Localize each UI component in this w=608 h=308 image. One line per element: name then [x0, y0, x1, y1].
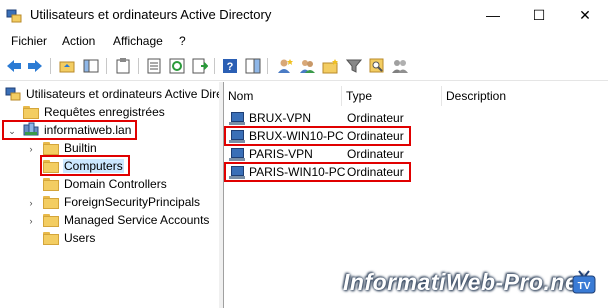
up-folder-icon[interactable] — [58, 57, 76, 75]
folder-icon — [43, 231, 59, 245]
tree-item-managed-service-accounts[interactable]: Managed Service Accounts — [43, 211, 210, 229]
tree-item-label: ForeignSecurityPrincipals — [64, 195, 201, 209]
new-ou-icon[interactable] — [322, 57, 340, 75]
row-type: Ordinateur — [347, 147, 404, 161]
tree-item-foreign-security-principals[interactable]: ForeignSecurityPrincipals — [43, 193, 201, 211]
computer-icon — [229, 111, 245, 125]
window-title: Utilisateurs et ordinateurs Active Direc… — [30, 7, 272, 22]
close-button[interactable]: ✕ — [562, 0, 608, 30]
tree-item-label: Builtin — [64, 141, 97, 155]
menu-bar: Fichier Action Affichage ? — [0, 30, 608, 52]
find-icon[interactable] — [368, 57, 386, 75]
highlight-box — [2, 120, 137, 140]
filter-icon[interactable] — [345, 57, 363, 75]
menu-affichage[interactable]: Affichage — [113, 34, 163, 48]
column-header-name[interactable]: Nom — [224, 86, 342, 106]
row-type: Ordinateur — [347, 111, 404, 125]
menu-fichier[interactable]: Fichier — [11, 34, 47, 48]
toolbar: ? — [0, 52, 608, 81]
menu-help[interactable]: ? — [179, 34, 186, 48]
tree-item-label: Managed Service Accounts — [64, 213, 210, 227]
active-directory-icon — [6, 7, 22, 23]
tree-item-label: Domain Controllers — [64, 177, 167, 191]
tv-logo-icon: TV — [571, 270, 597, 296]
show-console-tree-icon[interactable] — [82, 57, 100, 75]
highlight-box — [40, 155, 130, 176]
tree-item-label: Requêtes enregistrées — [44, 105, 165, 119]
column-header-description[interactable]: Description — [442, 86, 608, 106]
watermark-text: InformatiWeb-Pro.net — [343, 269, 587, 295]
expand-chevron-icon[interactable]: › — [26, 144, 36, 154]
svg-text:?: ? — [227, 61, 234, 73]
new-group-icon[interactable] — [299, 57, 317, 75]
maximize-button[interactable]: ☐ — [516, 0, 562, 30]
minimize-button[interactable]: — — [470, 0, 516, 30]
tree-root-label: Utilisateurs et ordinateurs Active Direc… — [26, 87, 219, 101]
export-list-icon[interactable] — [191, 57, 209, 75]
folder-icon — [43, 177, 59, 191]
active-directory-icon — [5, 85, 21, 104]
tree-item-saved-queries[interactable]: Requêtes enregistrées — [23, 103, 166, 121]
highlight-box — [224, 162, 411, 182]
title-bar: Utilisateurs et ordinateurs Active Direc… — [0, 0, 608, 30]
forward-arrow-icon[interactable] — [26, 57, 44, 75]
action-pane-icon[interactable] — [244, 57, 262, 75]
clipboard-icon[interactable] — [114, 57, 132, 75]
table-row[interactable]: PARIS-VPN Ordinateur — [229, 145, 404, 163]
highlight-box — [224, 126, 411, 146]
refresh-icon[interactable] — [168, 57, 186, 75]
tree-item-label: Users — [64, 231, 96, 245]
column-header-type[interactable]: Type — [342, 86, 442, 106]
folder-icon — [43, 141, 59, 155]
expand-chevron-icon[interactable]: › — [26, 198, 36, 208]
table-row[interactable]: BRUX-VPN Ordinateur — [229, 109, 404, 127]
tree-item-domain-controllers[interactable]: Domain Controllers — [43, 175, 168, 193]
row-name: BRUX-VPN — [249, 111, 312, 125]
expand-chevron-icon[interactable]: › — [26, 216, 36, 226]
help-icon[interactable]: ? — [221, 57, 239, 75]
tree-item-users[interactable]: Users — [43, 229, 96, 247]
console-tree[interactable]: Utilisateurs et ordinateurs Active Direc… — [0, 82, 220, 308]
folder-icon — [43, 195, 59, 209]
properties-icon[interactable] — [145, 57, 163, 75]
add-to-group-icon[interactable] — [391, 57, 409, 75]
menu-action[interactable]: Action — [62, 34, 95, 48]
computer-icon — [229, 147, 245, 161]
folder-icon — [43, 213, 59, 227]
back-arrow-icon[interactable] — [5, 57, 23, 75]
folder-icon — [23, 105, 39, 119]
svg-text:TV: TV — [578, 281, 591, 292]
tree-root[interactable]: Utilisateurs et ordinateurs Active Direc… — [5, 85, 219, 104]
row-name: PARIS-VPN — [249, 147, 313, 161]
new-user-icon[interactable] — [276, 57, 294, 75]
